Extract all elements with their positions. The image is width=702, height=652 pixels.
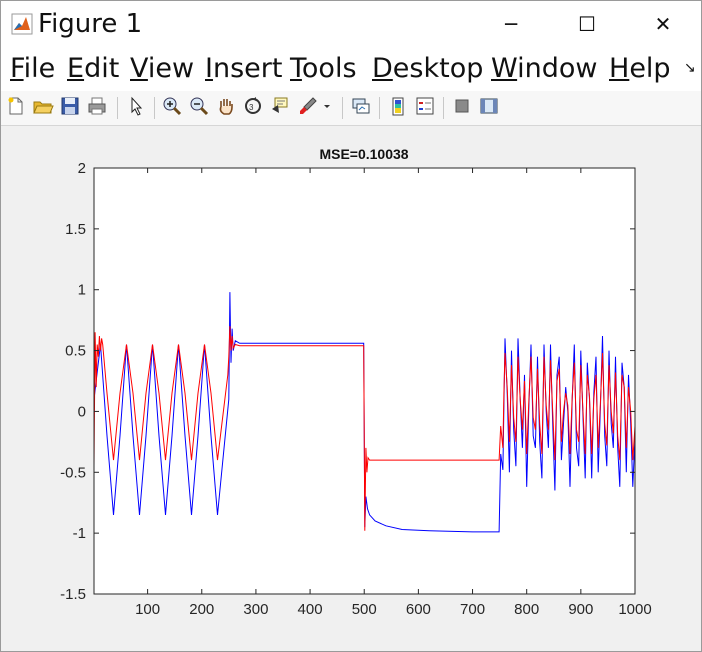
- menu-tools[interactable]: Tools: [290, 53, 357, 84]
- menu-help[interactable]: Help: [609, 53, 671, 84]
- toolbar-separator: [117, 97, 118, 119]
- zoom-in-icon[interactable]: [161, 95, 183, 117]
- toolbar-separator: [443, 97, 444, 119]
- x-tick-label: 1000: [618, 601, 651, 618]
- new-figure-icon[interactable]: [5, 95, 27, 117]
- open-file-icon[interactable]: [32, 95, 54, 117]
- x-tick-label: 800: [514, 601, 539, 618]
- x-tick-label: 300: [243, 601, 268, 618]
- matlab-logo-icon: [11, 13, 33, 35]
- show-plot-tools-icon[interactable]: [478, 95, 500, 117]
- link-plot-icon[interactable]: [350, 95, 372, 117]
- toolbar-separator: [379, 97, 380, 119]
- chart-title: MSE=0.10038: [319, 146, 408, 162]
- hide-plot-tools-icon[interactable]: [451, 95, 473, 117]
- pointer-icon[interactable]: [125, 95, 147, 117]
- close-button[interactable]: ✕: [640, 1, 686, 47]
- y-tick-label: 2: [78, 160, 86, 177]
- menu-overflow-icon[interactable]: ↘: [684, 59, 696, 76]
- menu-file[interactable]: File: [10, 53, 55, 84]
- x-tick-label: 600: [406, 601, 431, 618]
- colorbar-icon[interactable]: [387, 95, 409, 117]
- svg-text:3: 3: [249, 103, 254, 112]
- menu-window[interactable]: Window: [491, 53, 597, 84]
- x-tick-label: 700: [460, 601, 485, 618]
- minimize-button[interactable]: ─: [488, 1, 534, 47]
- menu-bar: File Edit View Insert Tools Desktop Wind…: [1, 49, 701, 91]
- window-title: Figure 1: [38, 9, 143, 39]
- y-tick-label: 1.5: [65, 221, 86, 238]
- chevron-down-icon[interactable]: [322, 95, 332, 117]
- save-icon[interactable]: [59, 95, 81, 117]
- maximize-button[interactable]: ☐: [564, 1, 610, 47]
- x-tick-label: 900: [568, 601, 593, 618]
- menu-edit[interactable]: Edit: [67, 53, 119, 84]
- data-cursor-icon[interactable]: [269, 95, 291, 117]
- x-tick-label: 400: [298, 601, 323, 618]
- zoom-out-icon[interactable]: [188, 95, 210, 117]
- menu-insert[interactable]: Insert: [205, 53, 282, 84]
- y-tick-label: 0: [78, 403, 86, 420]
- menu-desktop[interactable]: Desktop: [372, 53, 483, 84]
- x-tick-label: 500: [352, 601, 377, 618]
- toolbar-separator: [154, 97, 155, 119]
- figure-canvas: MSE=0.10038 100 200 300 400 500 600 700 800 900 1…: [60, 146, 652, 618]
- menu-view[interactable]: View: [130, 53, 194, 84]
- x-tick-label: 100: [135, 601, 160, 618]
- y-tick-label: -1: [73, 525, 86, 542]
- y-tick-label: -1.5: [60, 586, 86, 603]
- y-tick-label: 0.5: [65, 343, 86, 360]
- print-icon[interactable]: [86, 95, 108, 117]
- y-tick-label: 1: [78, 282, 86, 299]
- figure-toolbar: 3: [1, 91, 701, 126]
- rotate-3d-icon[interactable]: 3: [242, 95, 264, 117]
- title-bar[interactable]: Figure 1 ─ ☐ ✕: [1, 1, 701, 49]
- y-tick-label: -0.5: [60, 464, 86, 481]
- brush-icon[interactable]: [297, 95, 319, 117]
- pan-hand-icon[interactable]: [215, 95, 237, 117]
- legend-icon[interactable]: [414, 95, 436, 117]
- toolbar-separator: [342, 97, 343, 119]
- figure-window: Figure 1 ─ ☐ ✕ File Edit View Insert Too…: [0, 0, 702, 652]
- x-tick-label: 200: [189, 601, 214, 618]
